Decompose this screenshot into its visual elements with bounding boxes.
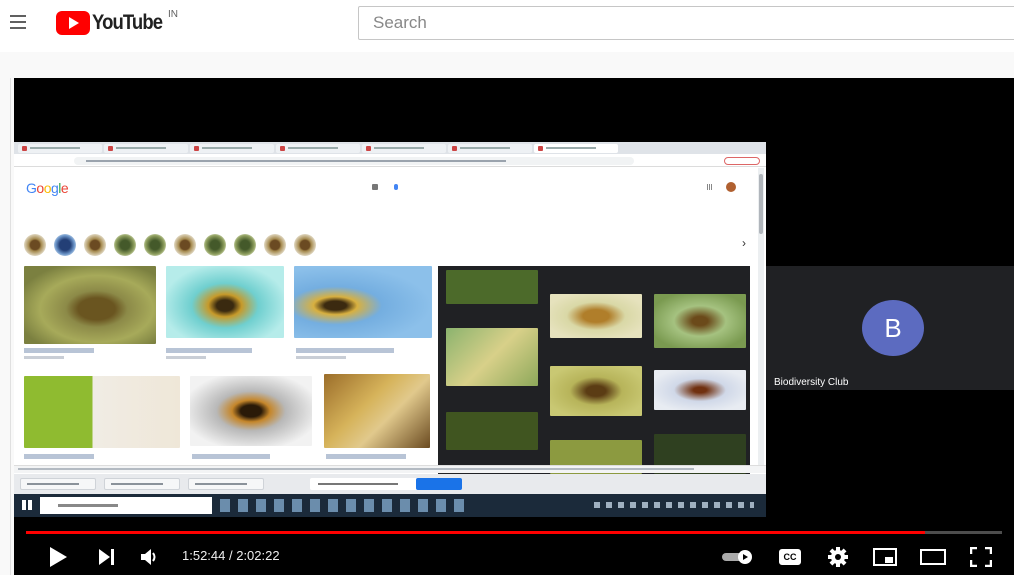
divider (10, 78, 11, 575)
fullscreen-icon (970, 546, 992, 567)
image-result (166, 266, 284, 338)
stop-sharing-button (416, 478, 462, 490)
play-icon (50, 546, 67, 567)
taskbar-app-icons (220, 499, 470, 512)
image-result (24, 376, 180, 448)
system-tray (594, 502, 754, 508)
related-chips (24, 232, 764, 258)
settings-button[interactable] (820, 538, 856, 575)
account-avatar (726, 182, 736, 192)
image-result (24, 266, 156, 344)
progress-played (26, 531, 925, 534)
miniplayer-button[interactable] (866, 538, 904, 575)
shared-screen: Google › (14, 142, 766, 517)
image-result (324, 374, 430, 448)
time-display: 1:52:44 / 2:02:22 (182, 548, 280, 563)
windows-start-icon (22, 500, 32, 510)
next-button[interactable] (88, 538, 124, 575)
taskbar-search (40, 497, 212, 514)
menu-icon[interactable] (10, 15, 26, 31)
captions-icon: CC (779, 548, 801, 565)
video-player[interactable]: Google › B Biodiversity Club 1:52:44 / 2… (14, 78, 1014, 575)
settings-icon (828, 546, 848, 567)
volume-button[interactable] (132, 538, 168, 575)
browser-tab-strip (14, 142, 766, 154)
player-controls: 1:52:44 / 2:02:22 CC (14, 538, 1014, 575)
miniplayer-icon (873, 547, 897, 566)
screen-sharing-notice (310, 478, 426, 490)
search-tools-icon (372, 184, 422, 190)
search-input[interactable] (359, 7, 1014, 39)
apps-grid-icon (707, 184, 713, 190)
autoplay-toggle[interactable] (718, 538, 758, 575)
captions-button[interactable]: CC (770, 538, 810, 575)
autoplay-toggle-icon (722, 549, 752, 564)
theater-mode-icon (920, 548, 946, 565)
browser-scrollbar (758, 168, 764, 468)
image-preview-panel (438, 266, 750, 478)
youtube-play-logo-icon (56, 11, 90, 35)
youtube-logo[interactable]: YouTube (56, 11, 172, 35)
browser-address-bar (14, 155, 766, 167)
play-button[interactable] (40, 538, 76, 575)
youtube-wordmark: YouTube (92, 11, 163, 34)
image-result (294, 266, 432, 338)
masthead: YouTube IN (0, 0, 1014, 52)
google-logo: Google (26, 180, 69, 196)
safesearch-setting (650, 208, 750, 214)
participant-avatar: B (862, 300, 924, 356)
next-icon (99, 548, 114, 565)
volume-icon (141, 548, 156, 565)
participant-tile: B Biodiversity Club (766, 266, 1014, 390)
chevron-right-icon: › (742, 236, 746, 250)
progress-bar[interactable] (26, 531, 1002, 534)
participant-name: Biodiversity Club (774, 377, 849, 388)
country-code: IN (168, 9, 178, 20)
windows-taskbar (14, 494, 766, 517)
search-tabs (102, 208, 402, 216)
image-result (190, 376, 312, 446)
fullscreen-button[interactable] (962, 538, 1000, 575)
browser-status-bar (14, 465, 766, 473)
search-box[interactable] (358, 6, 1014, 40)
theater-mode-button[interactable] (914, 538, 952, 575)
